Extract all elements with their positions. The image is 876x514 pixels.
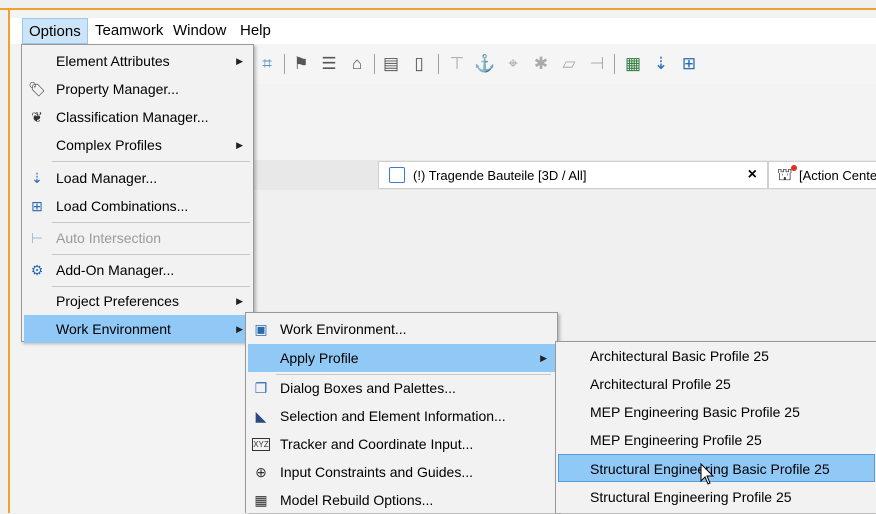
load-combinations-icon: ⊞	[31, 198, 43, 214]
menu-item-structural-profile[interactable]: Structural Engineering Profile 25	[558, 483, 875, 511]
toolbar-separator	[614, 54, 615, 74]
menu-help[interactable]: Help	[234, 18, 277, 44]
submenu-arrow-icon: ▶	[236, 324, 243, 334]
menu-item-auto-intersection: ⊢ Auto Intersection	[24, 224, 251, 252]
menu-item-property-manager[interactable]: 🏷 Property Manager...	[24, 75, 251, 103]
menu-options[interactable]: Options	[22, 18, 88, 44]
tab-label: (!) Tragende Bauteile [3D / All]	[413, 168, 587, 183]
xyz-tracker-icon: XYZ	[252, 438, 270, 451]
menu-bar: Options Teamwork Window Help	[10, 18, 876, 44]
menu-separator	[52, 161, 250, 162]
classification-tree-icon: ❦	[31, 109, 43, 125]
menu-item-load-combinations[interactable]: ⊞ Load Combinations...	[24, 192, 251, 220]
tab-bar: (!) Tragende Bauteile [3D / All] × ⛫ [Ac…	[250, 160, 876, 190]
toolbar-separator	[438, 54, 439, 74]
structure-list-icon[interactable]: ☰	[318, 53, 340, 75]
close-icon[interactable]: ×	[748, 166, 757, 184]
work-environment-icon: ▣	[254, 321, 268, 337]
menu-item-apply-profile[interactable]: Apply Profile ▶	[248, 344, 555, 372]
menu-item-element-attributes[interactable]: Element Attributes ▶	[24, 47, 251, 75]
flag-icon[interactable]: ⚑	[290, 53, 312, 75]
input-constraints-icon: ⊕	[255, 464, 267, 480]
surface-icon[interactable]: ▱	[558, 53, 580, 75]
tab-label: [Action Cente	[799, 168, 876, 183]
selection-info-icon: ◣	[255, 408, 267, 424]
load-combinations-icon[interactable]: ⊞	[678, 53, 700, 75]
menu-item-architectural-basic-profile[interactable]: Architectural Basic Profile 25	[558, 342, 875, 370]
menu-window[interactable]: Window	[167, 18, 232, 44]
menu-item-structural-basic-profile[interactable]: Structural Engineering Basic Profile 25	[558, 454, 875, 482]
menu-item-load-manager[interactable]: ⇣ Load Manager...	[24, 164, 251, 192]
toolbar-separator	[284, 54, 285, 74]
tab-3d-view[interactable]: (!) Tragende Bauteile [3D / All] ×	[378, 161, 768, 189]
load-case-icon[interactable]: ▦	[622, 53, 644, 75]
submenu-arrow-icon: ▶	[236, 140, 243, 150]
apply-profile-submenu: Architectural Basic Profile 25 Architect…	[555, 341, 876, 513]
menu-item-tracker-coordinate-input[interactable]: XYZ Tracker and Coordinate Input...	[248, 430, 555, 458]
menu-item-work-environment-dialog[interactable]: ▣ Work Environment...	[248, 315, 555, 343]
menu-item-model-rebuild-options[interactable]: ▦ Model Rebuild Options...	[248, 486, 555, 514]
menu-teamwork[interactable]: Teamwork	[89, 18, 169, 44]
toolbar-separator	[374, 54, 375, 74]
model-rebuild-icon: ▦	[254, 492, 268, 508]
3d-view-icon	[389, 167, 405, 183]
menu-item-complex-profiles[interactable]: Complex Profiles ▶	[24, 131, 251, 159]
notification-dot-icon	[791, 165, 797, 171]
menu-item-work-environment[interactable]: Work Environment ▶	[24, 315, 251, 343]
menu-separator	[52, 222, 250, 223]
submenu-arrow-icon: ▶	[236, 296, 243, 306]
menu-item-project-preferences[interactable]: Project Preferences ▶	[24, 287, 251, 315]
edge-icon[interactable]: ⊣	[586, 53, 608, 75]
link-icon[interactable]: ✱	[530, 53, 552, 75]
release-icon[interactable]: ⌖	[502, 53, 524, 75]
menu-item-architectural-profile[interactable]: Architectural Profile 25	[558, 370, 875, 398]
menu-item-input-constraints-guides[interactable]: ⊕ Input Constraints and Guides...	[248, 458, 555, 486]
anchor-icon[interactable]: ⚓	[474, 53, 496, 75]
select-frame-icon[interactable]: ⌗	[256, 53, 278, 75]
toolbar: ⌗ ⚑ ☰ ⌂ ▤ ▯ ⊤ ⚓ ⌖ ✱ ▱ ⊣ ▦ ⇣ ⊞	[250, 44, 876, 84]
submenu-arrow-icon: ▶	[236, 56, 243, 66]
load-manager-icon[interactable]: ⇣	[650, 53, 672, 75]
menu-separator	[52, 254, 250, 255]
work-environment-submenu: ▣ Work Environment... Apply Profile ▶ ❐ …	[245, 312, 558, 513]
tab-action-center[interactable]: ⛫ [Action Cente	[768, 161, 876, 189]
tag-icon: 🏷	[28, 81, 46, 97]
support-icon[interactable]: ⊤	[446, 53, 468, 75]
auto-intersection-icon: ⊢	[30, 230, 44, 246]
toolbar-empty-area	[250, 84, 876, 156]
options-menu: Element Attributes ▶ 🏷 Property Manager.…	[21, 44, 254, 343]
menu-item-dialog-boxes-palettes[interactable]: ❐ Dialog Boxes and Palettes...	[248, 374, 555, 402]
menu-item-add-on-manager[interactable]: ⚙ Add-On Manager...	[24, 256, 251, 284]
menu-item-classification-manager[interactable]: ❦ Classification Manager...	[24, 103, 251, 131]
load-manager-icon: ⇣	[31, 170, 43, 186]
column-icon[interactable]: ▯	[408, 53, 430, 75]
analytical-model-icon[interactable]: ⌂	[346, 53, 368, 75]
dialog-palettes-icon: ❐	[254, 380, 268, 396]
menu-item-mep-profile[interactable]: MEP Engineering Profile 25	[558, 426, 875, 454]
menu-item-selection-element-info[interactable]: ◣ Selection and Element Information...	[248, 402, 555, 430]
mouse-cursor-icon	[700, 463, 715, 485]
menu-item-mep-basic-profile[interactable]: MEP Engineering Basic Profile 25	[558, 398, 875, 426]
add-on-manager-icon: ⚙	[30, 262, 44, 278]
submenu-arrow-icon: ▶	[540, 353, 547, 363]
wall-icon[interactable]: ▤	[380, 53, 402, 75]
